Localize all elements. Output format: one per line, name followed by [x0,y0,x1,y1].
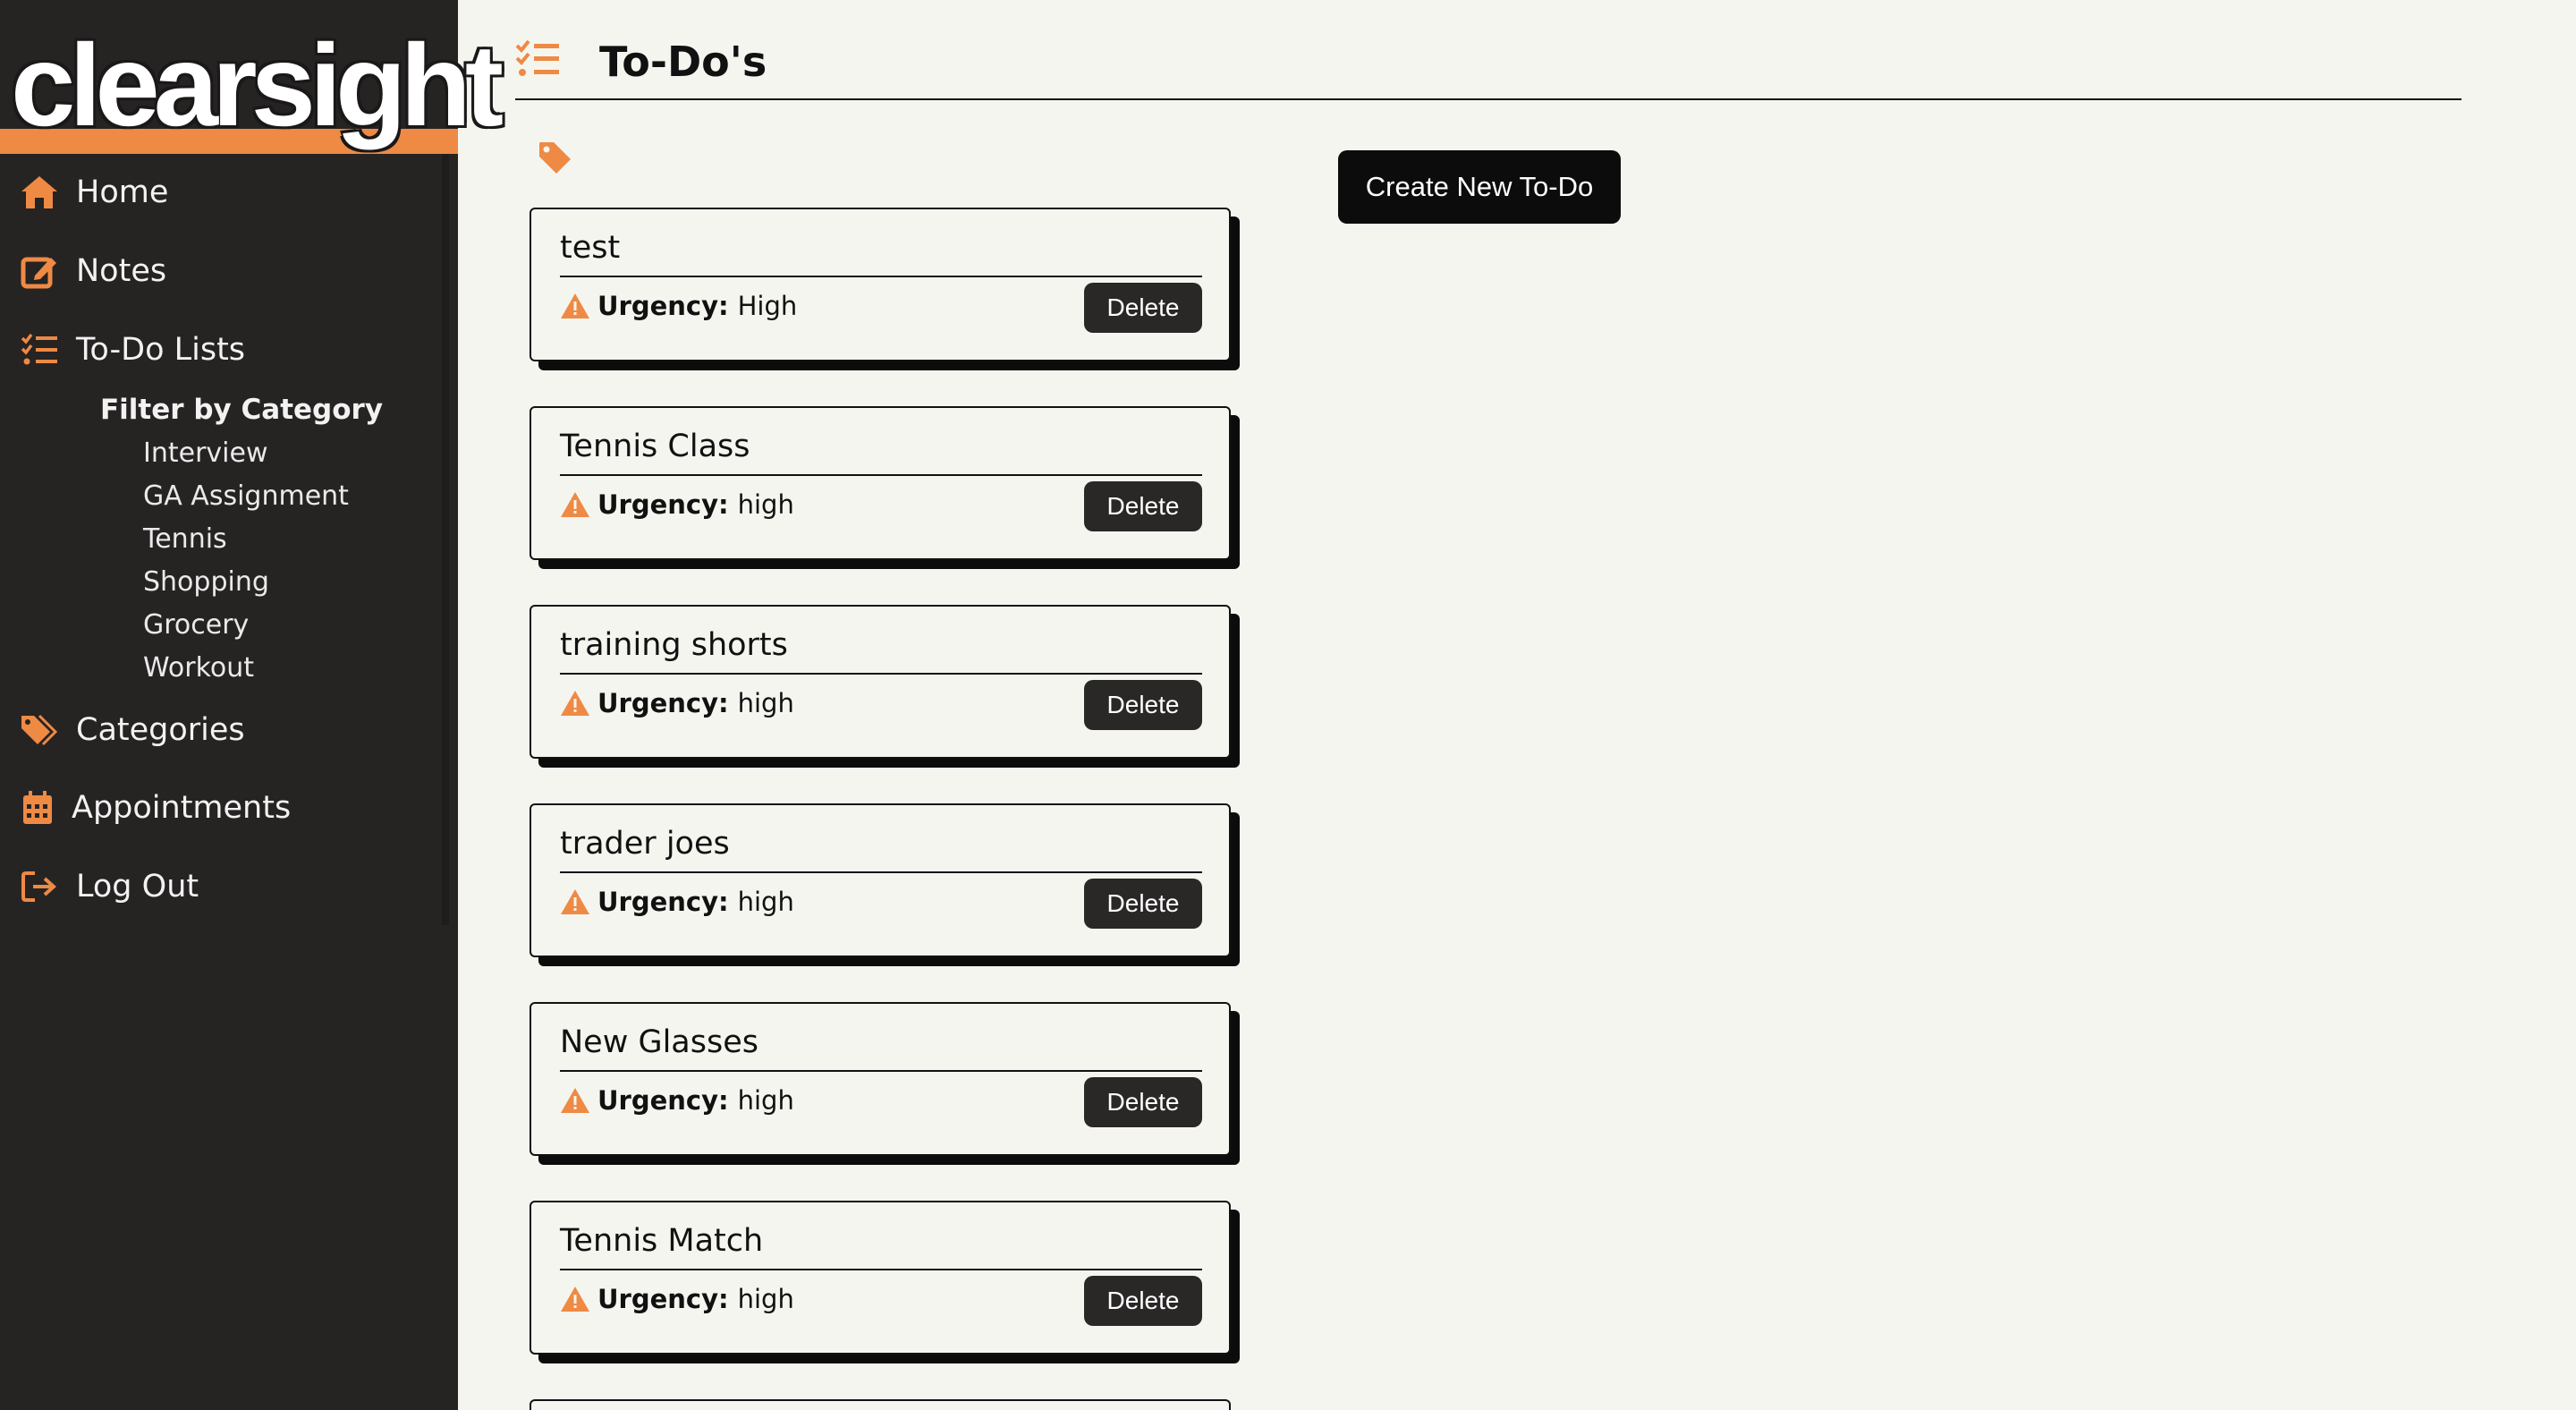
delete-button[interactable]: Delete [1084,879,1202,929]
filter-item-shopping[interactable]: Shopping [143,566,269,598]
sidebar-item-notes[interactable]: Notes [0,235,442,307]
edit-icon [20,251,59,291]
urgency-row: Urgency: high [560,485,794,524]
todo-card: training shorts Urgency: high Delete [530,605,1231,759]
delete-button[interactable]: Delete [1084,481,1202,531]
todo-title: New Glasses [560,1020,1202,1072]
urgency-label: Urgency: [597,887,729,917]
filter-by-category-heading: Filter by Category [100,394,384,426]
page-header: To-Do's [515,34,2462,100]
delete-button[interactable]: Delete [1084,1077,1202,1127]
sidebar-item-label: Home [76,174,169,210]
sidebar-item-appointments[interactable]: Appointments [0,772,442,844]
urgency-value: high [737,688,794,718]
sidebar-item-todo-lists[interactable]: To-Do Lists [0,314,442,386]
todo-card-partial [530,1399,1231,1410]
calendar-icon [18,788,57,828]
page-title: To-Do's [599,38,767,86]
urgency-value: high [737,887,794,917]
sidebar-item-home[interactable]: Home [0,157,442,228]
filter-item-interview[interactable]: Interview [143,437,268,469]
todo-title: Tennis Class [560,424,1202,476]
filter-item-workout[interactable]: Workout [143,652,254,684]
urgency-row: Urgency: high [560,1279,794,1319]
urgency-row: Urgency: High [560,286,797,326]
delete-button[interactable]: Delete [1084,283,1202,333]
todo-card: Tennis Match Urgency: high Delete [530,1201,1231,1355]
sidebar-scrollbar[interactable] [442,154,449,925]
todo-card: trader joes Urgency: high Delete [530,803,1231,957]
urgency-value: High [737,291,798,321]
warning-icon [561,1287,589,1312]
create-new-todo-button[interactable]: Create New To-Do [1338,150,1621,224]
app-window: clearsight Home Notes To-Do Lists Filter… [0,0,2576,1410]
filter-item-tennis[interactable]: Tennis [143,523,227,555]
tag-icon[interactable] [537,140,574,177]
todo-title: training shorts [560,623,1202,675]
warning-icon [561,293,589,319]
logout-icon [20,867,59,906]
list-check-icon [515,39,560,84]
sidebar-item-label: Log Out [76,869,199,905]
urgency-row: Urgency: high [560,882,794,922]
warning-icon [561,1088,589,1113]
urgency-value: high [737,489,794,520]
urgency-label: Urgency: [597,1284,729,1314]
sidebar-item-log-out[interactable]: Log Out [0,851,442,922]
filter-item-ga-assignment[interactable]: GA Assignment [143,480,349,512]
urgency-label: Urgency: [597,489,729,520]
sidebar: clearsight Home Notes To-Do Lists Filter… [0,0,504,1410]
warning-icon [561,492,589,517]
main-content: To-Do's Create New To-Do test Urgency: H… [458,0,2576,1410]
sidebar-item-label: To-Do Lists [76,332,246,368]
todo-title: trader joes [560,821,1202,873]
logo-area: clearsight [0,0,504,154]
app-logo[interactable]: clearsight [11,18,504,152]
delete-button[interactable]: Delete [1084,1276,1202,1326]
urgency-value: high [737,1284,794,1314]
sidebar-item-label: Appointments [72,790,292,826]
tags-icon [20,710,59,750]
todo-title: Tennis Match [560,1219,1202,1270]
warning-icon [561,889,589,914]
urgency-label: Urgency: [597,291,729,321]
urgency-value: high [737,1085,794,1116]
todo-title: test [560,225,1202,277]
todo-card: Tennis Class Urgency: high Delete [530,406,1231,560]
urgency-label: Urgency: [597,688,729,718]
sidebar-item-label: Notes [76,253,167,289]
sidebar-item-categories[interactable]: Categories [0,694,442,766]
todo-card: New Glasses Urgency: high Delete [530,1002,1231,1156]
warning-icon [561,691,589,716]
list-check-icon [20,330,59,369]
urgency-row: Urgency: high [560,1081,794,1120]
home-icon [20,173,59,212]
urgency-row: Urgency: high [560,684,794,723]
urgency-label: Urgency: [597,1085,729,1116]
sidebar-item-label: Categories [76,712,245,748]
todo-card: test Urgency: High Delete [530,208,1231,361]
delete-button[interactable]: Delete [1084,680,1202,730]
filter-item-grocery[interactable]: Grocery [143,609,249,641]
